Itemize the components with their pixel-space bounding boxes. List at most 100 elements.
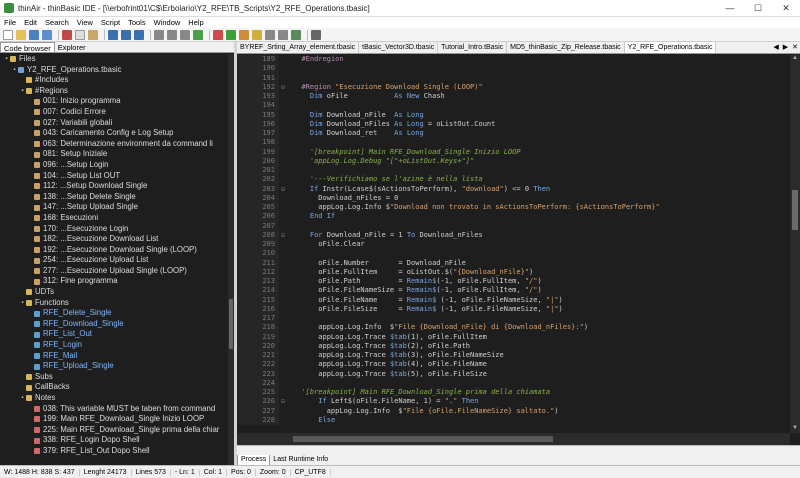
code-line[interactable]: 205 appLog.Log.Info $"Download non trova… <box>237 203 790 213</box>
cut-icon[interactable] <box>62 29 72 40</box>
code-line[interactable]: 212 oFile.FullItem = oListOut.$("{Downlo… <box>237 267 790 277</box>
tree-item[interactable]: 312: Fine programma <box>0 276 228 287</box>
collapse-icon[interactable]: ▪ <box>11 65 18 76</box>
tree-item[interactable]: RFE_List_Out <box>0 329 228 340</box>
code-line[interactable]: 210 <box>237 249 790 259</box>
editor-tab[interactable]: Y2_RFE_Operations.tbasic <box>624 42 717 53</box>
tree-item[interactable]: 277: ...Esecuzione Upload Single (LOOP) <box>0 266 228 277</box>
code-line[interactable]: 204 Download_nFiles = 0 <box>237 193 790 203</box>
bundle-icon[interactable] <box>252 29 262 40</box>
tree-item[interactable]: 138: ...Setup Delete Single <box>0 192 228 203</box>
tree-item[interactable]: RFE_Download_Single <box>0 319 228 330</box>
tree-item[interactable]: 027: Variabili globali <box>0 118 228 129</box>
tree-item[interactable]: RFE_Mail <box>0 351 228 362</box>
minimize-button[interactable]: — <box>716 0 744 17</box>
redo-icon[interactable] <box>121 29 131 40</box>
fold-icon[interactable]: ⊟ <box>279 397 287 406</box>
code-line[interactable]: 225 '[breakpoint] Main RFE_Download_Sing… <box>237 388 790 398</box>
menu-help[interactable]: Help <box>184 18 207 27</box>
code-line[interactable]: 200 'appLog.Log.Debug "["+oListOut.Keys+… <box>237 156 790 166</box>
tree-item[interactable]: ▪ Y2_RFE_Operations.tbasic <box>0 65 228 76</box>
tree-item[interactable]: RFE_Upload_Single <box>0 361 228 372</box>
tree-item[interactable]: 147: ...Setup Upload Single <box>0 202 228 213</box>
editor-tab[interactable]: MD5_thinBasic_Zip_Release.tbasic <box>507 42 625 53</box>
new-file-icon[interactable] <box>3 29 13 40</box>
tree-item[interactable]: 168: Esecuzioni <box>0 213 228 224</box>
tree-item[interactable]: 379: RFE_List_Out Dopo Shell <box>0 446 228 457</box>
code-line[interactable]: 215 oFile.FileName = Remain$ (-1, oFile.… <box>237 295 790 305</box>
code-line[interactable]: 227 appLog.Log.Info $"File {oFile.FileNa… <box>237 406 790 416</box>
search-icon[interactable] <box>154 29 164 40</box>
collapse-icon[interactable]: ▪ <box>3 54 10 65</box>
tree-item[interactable]: RFE_Delete_Single <box>0 308 228 319</box>
menu-file[interactable]: File <box>0 18 20 27</box>
collapse-icon[interactable]: ▪ <box>19 298 26 309</box>
code-line[interactable]: 214 oFile.FileNameSize = Remain$(-1, oFi… <box>237 286 790 296</box>
tab-explorer[interactable]: Explorer <box>55 42 89 52</box>
tree-item[interactable]: 199: Main RFE_Download_Single Inizio LOO… <box>0 414 228 425</box>
paste-icon[interactable] <box>88 29 98 40</box>
code-line[interactable]: 206 End If <box>237 212 790 222</box>
tree-item[interactable]: 254: ...Esecuzione Upload List <box>0 255 228 266</box>
code-line[interactable]: 207 <box>237 221 790 231</box>
tree-item[interactable]: 104: ...Setup List OUT <box>0 171 228 182</box>
tree-item[interactable]: 081: Setup Iniziale <box>0 149 228 160</box>
code-line[interactable]: 218 appLog.Log.Info $"File {Download_nFi… <box>237 323 790 333</box>
tree-item[interactable]: 007: Codici Errore <box>0 107 228 118</box>
tree-item[interactable]: RFE_Login <box>0 340 228 351</box>
tab-scroll-left-icon[interactable]: ◀ <box>771 42 780 53</box>
tree-item[interactable]: 001: Inizio programma <box>0 96 228 107</box>
options-icon[interactable] <box>311 29 321 40</box>
menu-edit[interactable]: Edit <box>20 18 41 27</box>
close-button[interactable]: ✕ <box>772 0 800 17</box>
code-line[interactable]: 193 Dim oFile As New Chash <box>237 92 790 102</box>
code-line[interactable]: 217 <box>237 314 790 324</box>
editor-vertical-scrollbar[interactable]: ▲ ▼ <box>790 55 800 433</box>
scroll-thumb[interactable] <box>293 436 553 442</box>
tree-item[interactable]: ▪ Files <box>0 54 228 65</box>
tree-item[interactable]: 043: Caricamento Config e Log Setup <box>0 128 228 139</box>
tool-icon[interactable] <box>278 29 288 40</box>
tree-item[interactable]: 063: Determinazione environment da comma… <box>0 139 228 150</box>
save-all-icon[interactable] <box>42 29 52 40</box>
code-line[interactable]: 213 oFile.Path = Remain$(-1, oFile.FullI… <box>237 277 790 287</box>
code-line[interactable]: 199 '[breakpoint] Main RFE_Download_Sing… <box>237 147 790 157</box>
goto-icon[interactable] <box>180 29 190 40</box>
tab-scroll-right-icon[interactable]: ▶ <box>781 42 790 53</box>
editor-tab[interactable]: tBasic_Vector3D.tbasic <box>359 42 439 53</box>
run-icon[interactable] <box>226 29 236 40</box>
debug-icon[interactable] <box>239 29 249 40</box>
tab-code-browser[interactable]: Code browser <box>0 42 55 53</box>
tree-item[interactable]: 192: ...Esecuzione Download Single (LOOP… <box>0 245 228 256</box>
fold-icon[interactable]: ⊟ <box>279 231 287 240</box>
tree-item[interactable]: UDTs <box>0 287 228 298</box>
editor-horizontal-scrollbar[interactable] <box>237 433 790 445</box>
code-line[interactable]: 220 appLog.Log.Trace $tab(2), oFile.Path <box>237 341 790 351</box>
editor-tab[interactable]: BYREF_Srting_Array_element.tbasic <box>237 42 360 53</box>
open-folder-icon[interactable] <box>16 29 26 40</box>
fold-icon[interactable]: ⊟ <box>279 185 287 194</box>
code-line[interactable]: 223 appLog.Log.Trace $tab(5), oFile.File… <box>237 369 790 379</box>
code-line[interactable]: 194 <box>237 101 790 111</box>
code-line[interactable]: 216 oFile.FileSize = Remain$ (-1, oFile.… <box>237 304 790 314</box>
tree-item[interactable]: ▪ Functions <box>0 298 228 309</box>
tree-item[interactable]: ▪ #Regions <box>0 86 228 97</box>
collapse-icon[interactable]: ▪ <box>19 393 26 404</box>
code-line[interactable]: 224 <box>237 378 790 388</box>
code-line[interactable]: 222 appLog.Log.Trace $tab(4), oFile.File… <box>237 360 790 370</box>
code-line[interactable]: 190 <box>237 64 790 74</box>
code-line[interactable]: 196 Dim Download_nFiles As Long = oListO… <box>237 119 790 129</box>
print-icon[interactable] <box>134 29 144 40</box>
tree-item[interactable]: 096: ...Setup Login <box>0 160 228 171</box>
copy-icon[interactable] <box>75 29 85 40</box>
tab-close-icon[interactable]: ✕ <box>790 42 800 53</box>
code-line[interactable]: 221 appLog.Log.Trace $tab(3), oFile.File… <box>237 351 790 361</box>
code-line[interactable]: 228 Else <box>237 415 790 425</box>
code-line[interactable]: 191 <box>237 73 790 83</box>
menu-search[interactable]: Search <box>41 18 73 27</box>
scroll-up-icon[interactable]: ▲ <box>790 55 800 63</box>
fold-icon[interactable]: ⊟ <box>279 83 287 92</box>
tool-icon[interactable] <box>265 29 275 40</box>
tree-item[interactable]: CallBacks <box>0 382 228 393</box>
code-line[interactable]: 202 '---Verifichiamo se l'azine è nella … <box>237 175 790 185</box>
